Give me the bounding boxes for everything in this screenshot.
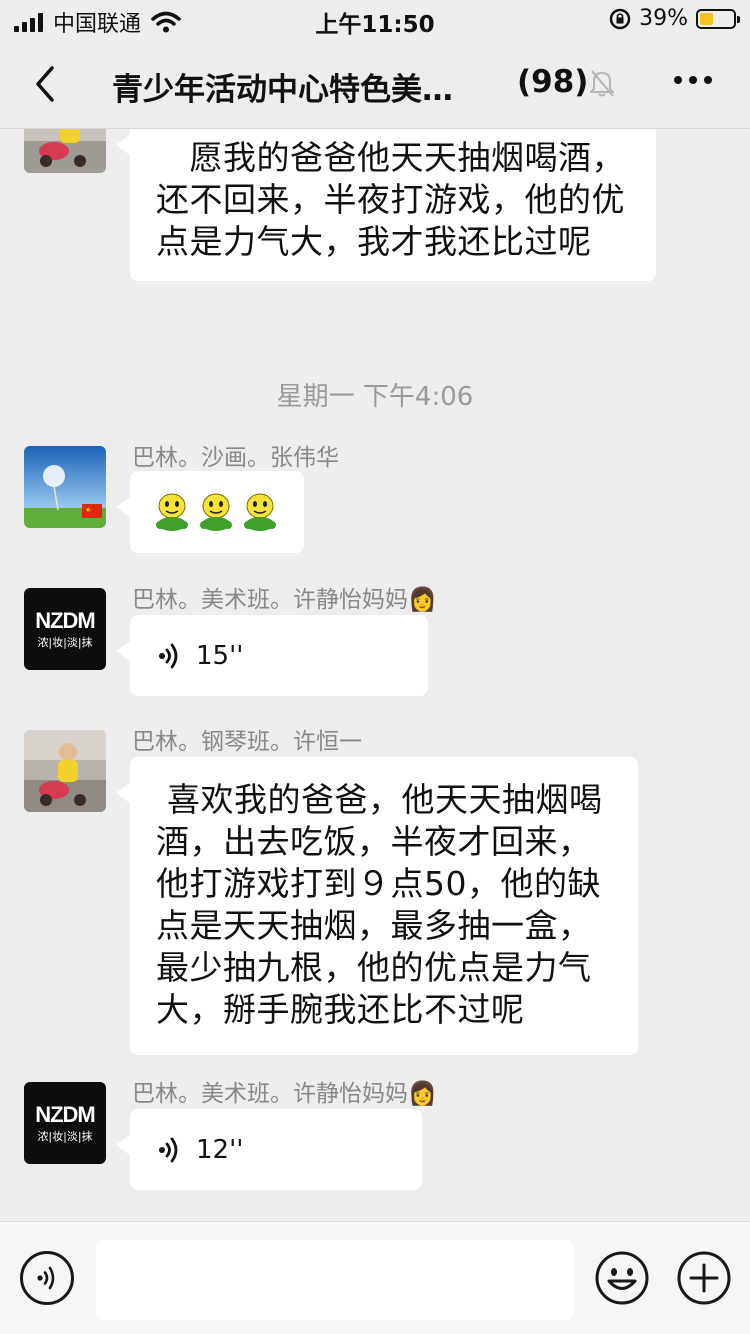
green-smiley-emoji-icon [156, 493, 188, 531]
voice-message: 12'' [130, 1109, 422, 1191]
child-photo-icon [24, 129, 106, 173]
logo-text: NZDM [35, 1102, 96, 1127]
orientation-lock-icon [609, 8, 631, 29]
avatar-child-photo[interactable] [24, 129, 106, 173]
voice-message: 15'' [130, 615, 428, 697]
member-count: (98) [517, 64, 589, 100]
svg-text:★: ★ [85, 506, 91, 514]
avatar-child-photo[interactable] [24, 730, 106, 812]
voice-duration: 15'' [196, 641, 244, 671]
emoji-row [130, 471, 304, 553]
message-bubble[interactable] [116, 471, 304, 553]
voice-message-bubble[interactable]: 15'' [116, 615, 428, 697]
dandelion-photo-icon: ★ [24, 446, 106, 528]
message-input[interactable] [96, 1240, 574, 1320]
battery-icon [696, 8, 740, 29]
back-arrow-icon[interactable] [30, 64, 60, 104]
green-smiley-emoji-icon [200, 493, 232, 531]
sender-name: 巴林。钢琴班。许恒一 [132, 729, 362, 755]
message-list[interactable]: 愿我的爸爸他天天抽烟喝酒，还不回来，半夜打游戏，他的优点是力气大，我才我还比过呢… [0, 129, 750, 1221]
status-bar: 中国联通 上午11:50 39% [0, 0, 750, 40]
status-right: 39% [609, 6, 740, 31]
voice-wave-icon [159, 643, 178, 669]
avatar-nzdm-logo[interactable]: NZDM 浓|妆|淡|抹 [24, 1082, 106, 1164]
logo-subtext: 浓|妆|淡|抹 [37, 1130, 93, 1143]
avatar-nzdm-logo[interactable]: NZDM 浓|妆|淡|抹 [24, 588, 106, 670]
more-options-button[interactable] [674, 76, 712, 84]
message-text: 愿我的爸爸他天天抽烟喝酒，还不回来，半夜打游戏，他的优点是力气大，我才我还比过呢 [156, 138, 625, 261]
message-bubble[interactable]: 喜欢我的爸爸，他天天抽烟喝酒，出去吃饭，半夜才回来，他打游戏打到９点50，他的缺… [116, 757, 638, 1055]
voice-wave-icon [159, 1137, 178, 1163]
mute-bell-icon [590, 70, 614, 97]
child-photo-icon [24, 730, 106, 812]
message-bubble[interactable]: 愿我的爸爸他天天抽烟喝酒，还不回来，半夜打游戏，他的优点是力气大，我才我还比过呢 [116, 129, 656, 281]
emoji-button-icon[interactable] [594, 1250, 650, 1306]
voice-duration: 12'' [196, 1135, 244, 1165]
input-bar [0, 1221, 750, 1334]
message-text: 喜欢我的爸爸，他天天抽烟喝酒，出去吃饭，半夜才回来，他打游戏打到９点50，他的缺… [156, 780, 603, 1029]
sender-name: 巴林。美术班。许静怡妈妈👩 [132, 587, 437, 613]
plus-more-icon[interactable] [676, 1250, 732, 1306]
sender-name: 巴林。美术班。许静怡妈妈👩 [132, 1081, 437, 1107]
chat-title: 青少年活动中心特色美… [112, 72, 453, 108]
green-smiley-emoji-icon [244, 493, 276, 531]
battery-percent: 39% [639, 6, 688, 31]
voice-wave-icon [37, 1266, 55, 1290]
logo-subtext: 浓|妆|淡|抹 [37, 636, 93, 649]
avatar-dandelion-photo[interactable]: ★ [24, 446, 106, 528]
logo-text: NZDM [35, 608, 96, 633]
voice-input-button[interactable] [20, 1251, 74, 1305]
sender-name: 巴林。沙画。张伟华 [132, 445, 339, 471]
message-timestamp: 星期一 下午4:06 [276, 382, 474, 412]
voice-message-bubble[interactable]: 12'' [116, 1109, 422, 1191]
chat-header: 青少年活动中心特色美… (98) [0, 40, 750, 128]
